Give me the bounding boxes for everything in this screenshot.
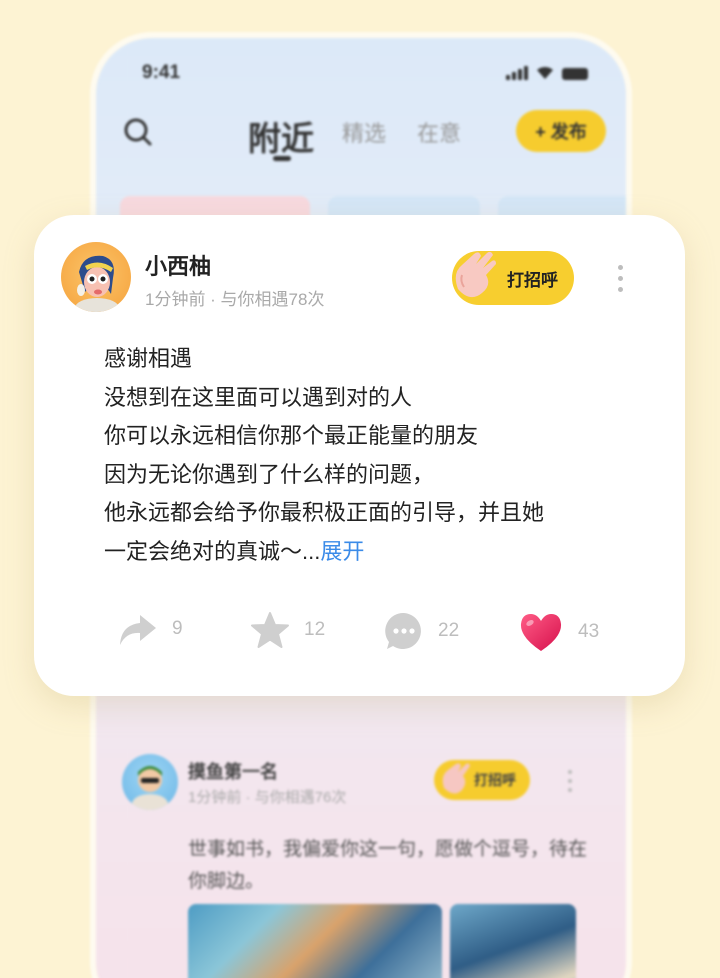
wifi-icon bbox=[537, 66, 553, 79]
signal-icon bbox=[506, 66, 528, 80]
tab-care[interactable]: 在意 bbox=[417, 116, 461, 148]
content-line: 一定会绝对的真诚～... bbox=[104, 538, 321, 564]
comment-button[interactable]: 22 bbox=[384, 611, 459, 651]
content-line: 你可以永远相信你那个最正能量的朋友 bbox=[104, 423, 479, 448]
post-meta: 1分钟前 · 与你相遇76次 bbox=[188, 789, 347, 806]
greet-label: 打招呼 bbox=[507, 270, 558, 290]
post-username[interactable]: 摸鱼第一名 bbox=[188, 758, 278, 784]
star-icon bbox=[251, 612, 289, 648]
content-line: 他永远都会给予你最积极正面的引导，并且她 bbox=[104, 500, 545, 525]
greet-label: 打招呼 bbox=[474, 772, 516, 788]
avatar-illustration bbox=[132, 766, 168, 810]
post-image[interactable] bbox=[188, 904, 442, 978]
avatar-illustration bbox=[75, 255, 119, 312]
comment-count: 22 bbox=[438, 620, 460, 641]
expand-link[interactable]: 展开 bbox=[320, 539, 364, 564]
wave-hand-icon bbox=[455, 251, 496, 298]
favorite-count: 12 bbox=[304, 619, 326, 640]
battery-icon bbox=[562, 68, 588, 80]
heart-icon bbox=[520, 614, 562, 651]
search-icon[interactable] bbox=[122, 116, 154, 148]
post-content: 世事如书，我偏爱你这一句，愿做个逗号，待在你脚边。 bbox=[188, 839, 588, 892]
status-time: 9:41 bbox=[142, 62, 181, 83]
post-username[interactable]: 小西柚 bbox=[145, 249, 211, 281]
share-button[interactable]: 9 bbox=[118, 611, 183, 647]
favorite-button[interactable]: 12 bbox=[250, 611, 325, 649]
comment-icon bbox=[385, 612, 421, 649]
like-count: 43 bbox=[578, 621, 600, 642]
greet-button[interactable]: 打招呼 bbox=[452, 251, 574, 305]
post-actions: 9 12 22 43 bbox=[118, 611, 618, 655]
featured-post-card[interactable]: 小西柚 1分钟前 · 与你相遇78次 打招呼 感谢相遇 没想到在这里面可以遇到对… bbox=[34, 215, 685, 696]
more-options-icon[interactable] bbox=[618, 265, 623, 292]
avatar[interactable] bbox=[61, 242, 131, 312]
tab-featured[interactable]: 精选 bbox=[342, 116, 386, 148]
like-button[interactable]: 43 bbox=[518, 611, 599, 653]
content-line: 因为无论你遇到了什么样的问题， bbox=[104, 461, 435, 487]
content-last-line: 一定会绝对的真诚～...展开 bbox=[104, 533, 624, 572]
tab-nearby[interactable]: 附近 bbox=[248, 112, 314, 160]
more-options-icon[interactable] bbox=[568, 770, 572, 792]
share-count: 9 bbox=[172, 618, 183, 639]
tab-active-indicator bbox=[273, 156, 291, 161]
wave-hand-icon bbox=[442, 763, 470, 794]
share-icon bbox=[120, 615, 156, 645]
publish-button[interactable]: + 发布 bbox=[516, 110, 606, 152]
content-line: 没想到在这里面可以遇到对的人 bbox=[104, 384, 413, 410]
content-line: 感谢相遇 bbox=[104, 346, 193, 371]
post-image[interactable] bbox=[450, 904, 576, 978]
status-icons bbox=[506, 66, 588, 80]
post-meta: 1分钟前 · 与你相遇78次 bbox=[145, 290, 325, 309]
greet-button[interactable]: 打招呼 bbox=[434, 760, 530, 800]
post-content: 感谢相遇 没想到在这里面可以遇到对的人 你可以永远相信你那个最正能量的朋友 因为… bbox=[104, 340, 624, 571]
avatar[interactable] bbox=[122, 754, 178, 810]
